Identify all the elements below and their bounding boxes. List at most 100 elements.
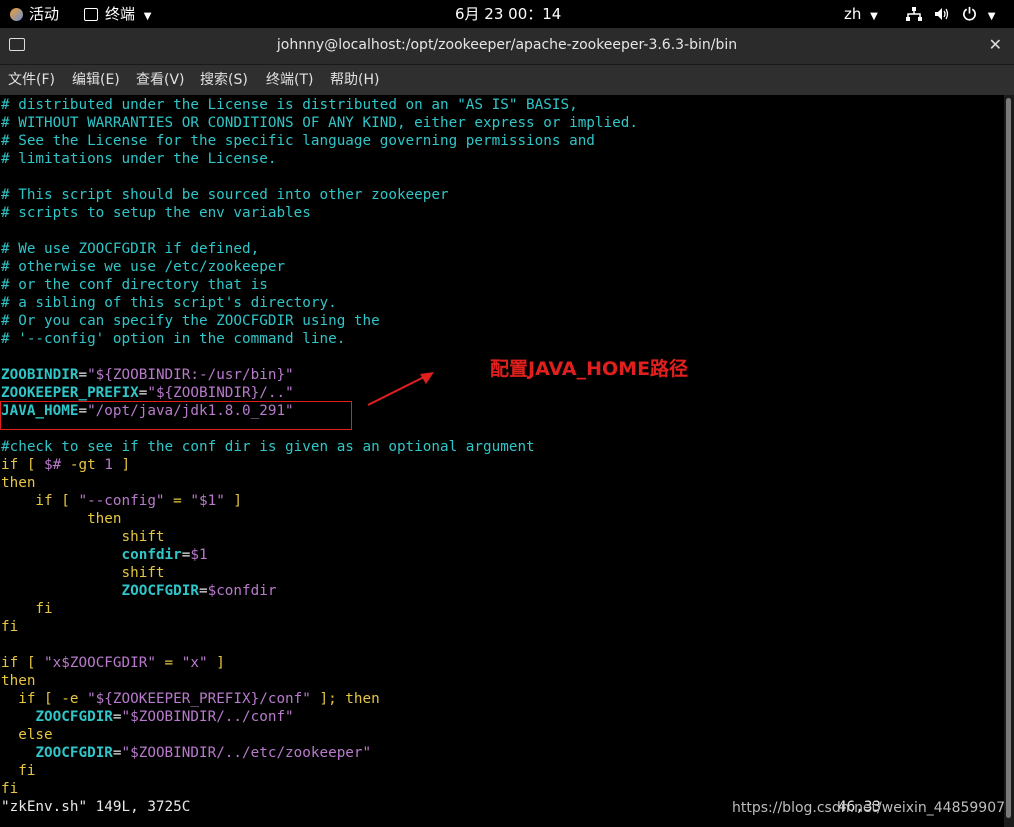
language-label: zh: [844, 5, 862, 23]
code-token: $confdir: [207, 583, 277, 599]
network-icon[interactable]: [906, 0, 922, 28]
code-token: # scripts to setup the env variables: [1, 205, 311, 221]
code-token: if [: [1, 493, 79, 509]
code-line: else: [1, 726, 53, 744]
code-token: "--config": [78, 493, 165, 509]
code-token: ZOOKEEPER_PREFIX: [1, 385, 139, 401]
code-token: if [: [1, 457, 45, 473]
code-token: ]: [112, 457, 131, 473]
code-line: if [ $# -gt 1 ]: [1, 456, 130, 474]
code-token: "${ZOOKEEPER_PREFIX}/conf": [87, 691, 311, 707]
code-token: ZOOBINDIR: [1, 367, 79, 383]
code-line: # '--config' option in the command line.: [1, 330, 345, 348]
menu-search[interactable]: 搜索(S): [200, 65, 248, 95]
code-line: # This script should be sourced into oth…: [1, 186, 449, 204]
close-button[interactable]: ✕: [989, 28, 1002, 62]
annotation-text: 配置JAVA_HOME路径: [490, 358, 689, 380]
vim-status-file: "zkEnv.sh" 149L, 3725C: [1, 799, 191, 815]
code-token: #check to see if the conf dir is given a…: [1, 439, 535, 455]
scrollbar-thumb[interactable]: [1006, 98, 1011, 818]
code-line: ZOOBINDIR="${ZOOBINDIR:-/usr/bin}": [1, 366, 294, 384]
power-icon: [963, 6, 976, 21]
code-line: if [ "x$ZOOCFGDIR" = "x" ]: [1, 654, 225, 672]
code-token: "x$ZOOCFGDIR": [44, 655, 156, 671]
highlight-box: [0, 401, 352, 430]
code-line: # scripts to setup the env variables: [1, 204, 311, 222]
code-line: # See the License for the specific langu…: [1, 132, 595, 150]
code-line: fi: [1, 600, 53, 618]
menu-bar: 文件(F) 编辑(E) 查看(V) 搜索(S) 终端(T) 帮助(H): [0, 65, 1014, 95]
code-token: if [: [1, 655, 45, 671]
code-line: ZOOCFGDIR="$ZOOBINDIR/../etc/zookeeper": [1, 744, 371, 762]
code-token: then: [1, 475, 36, 491]
code-line: fi: [1, 618, 18, 636]
activities-icon: [10, 8, 23, 21]
code-token: $#: [44, 457, 70, 473]
code-token: ZOOCFGDIR: [121, 583, 199, 599]
terminal-text-area[interactable]: # distributed under the License is distr…: [0, 95, 1004, 827]
code-token: then: [1, 673, 36, 689]
system-top-bar: 活动 终端 ▼ 6月 23 00：14 zh ▼ ▼: [0, 0, 1014, 28]
power-menu[interactable]: ▼: [962, 0, 995, 28]
terminal-app-icon: [84, 8, 98, 21]
menu-terminal[interactable]: 终端(T): [266, 65, 313, 95]
code-token: 1: [104, 457, 113, 473]
code-token: ]: [207, 655, 225, 671]
code-line: then: [1, 474, 35, 492]
code-token: ]: [224, 493, 243, 509]
code-token: else: [1, 727, 53, 743]
activities-button[interactable]: 活动: [10, 0, 59, 28]
watermark: https://blog.csdn.net/weixin_44859907: [732, 800, 1006, 816]
code-line: ZOOKEEPER_PREFIX="${ZOOBINDIR}/..": [1, 384, 294, 402]
code-line: then: [1, 510, 122, 528]
code-token: # distributed under the License is distr…: [1, 97, 578, 113]
code-token: =: [78, 367, 88, 383]
code-token: =: [155, 655, 182, 671]
code-token: # otherwise we use /etc/zookeeper: [1, 259, 286, 275]
volume-icon[interactable]: [934, 0, 950, 28]
code-token: =: [164, 493, 191, 509]
activities-label: 活动: [29, 5, 60, 23]
input-language-menu[interactable]: zh ▼: [844, 0, 878, 28]
code-token: "$1": [190, 493, 225, 509]
code-token: # This script should be sourced into oth…: [1, 187, 449, 203]
code-token: ]; then: [310, 691, 380, 707]
app-name-label: 终端: [105, 5, 136, 23]
window-title: johnny@localhost:/opt/zookeeper/apache-z…: [276, 37, 738, 53]
code-line: fi: [1, 762, 35, 780]
app-menu-terminal[interactable]: 终端 ▼: [84, 0, 152, 28]
code-token: if [ -e: [1, 691, 88, 707]
code-line: fi: [1, 780, 18, 798]
code-line: # We use ZOOCFGDIR if defined,: [1, 240, 259, 258]
menu-help[interactable]: 帮助(H): [330, 65, 379, 95]
code-token: confdir: [121, 547, 182, 563]
code-line: if [ -e "${ZOOKEEPER_PREFIX}/conf" ]; th…: [1, 690, 380, 708]
code-token: # limitations under the License.: [1, 151, 277, 167]
code-line: # a sibling of this script's directory.: [1, 294, 337, 312]
chevron-down-icon: ▼: [987, 11, 996, 22]
code-token: shift: [1, 529, 165, 545]
code-line: then: [1, 672, 35, 690]
code-line: confdir=$1: [1, 546, 208, 564]
code-line: ZOOCFGDIR="$ZOOBINDIR/../conf": [1, 708, 294, 726]
menu-file[interactable]: 文件(F): [8, 65, 55, 95]
menu-view[interactable]: 查看(V): [136, 65, 185, 95]
code-token: $1: [190, 547, 208, 563]
code-token: then: [1, 511, 122, 527]
code-token: ZOOCFGDIR: [35, 745, 113, 761]
code-line: shift: [1, 564, 165, 582]
code-token: "$ZOOBINDIR/../conf": [121, 709, 294, 725]
code-line: shift: [1, 528, 165, 546]
annotation-arrow-icon: [367, 372, 434, 406]
code-token: fi: [1, 763, 36, 779]
code-line: # Or you can specify the ZOOCFGDIR using…: [1, 312, 380, 330]
code-line: ZOOCFGDIR=$confdir: [1, 582, 277, 600]
code-token: -gt: [69, 457, 105, 473]
code-token: "$ZOOBINDIR/../etc/zookeeper": [121, 745, 372, 761]
code-token: fi: [1, 601, 53, 617]
clock[interactable]: 6月 23 00：14: [455, 0, 561, 28]
code-token: "${ZOOBINDIR:-/usr/bin}": [87, 367, 294, 383]
window-title-bar: johnny@localhost:/opt/zookeeper/apache-z…: [0, 28, 1014, 65]
code-line: # WITHOUT WARRANTIES OR CONDITIONS OF AN…: [1, 114, 638, 132]
menu-edit[interactable]: 编辑(E): [72, 65, 120, 95]
